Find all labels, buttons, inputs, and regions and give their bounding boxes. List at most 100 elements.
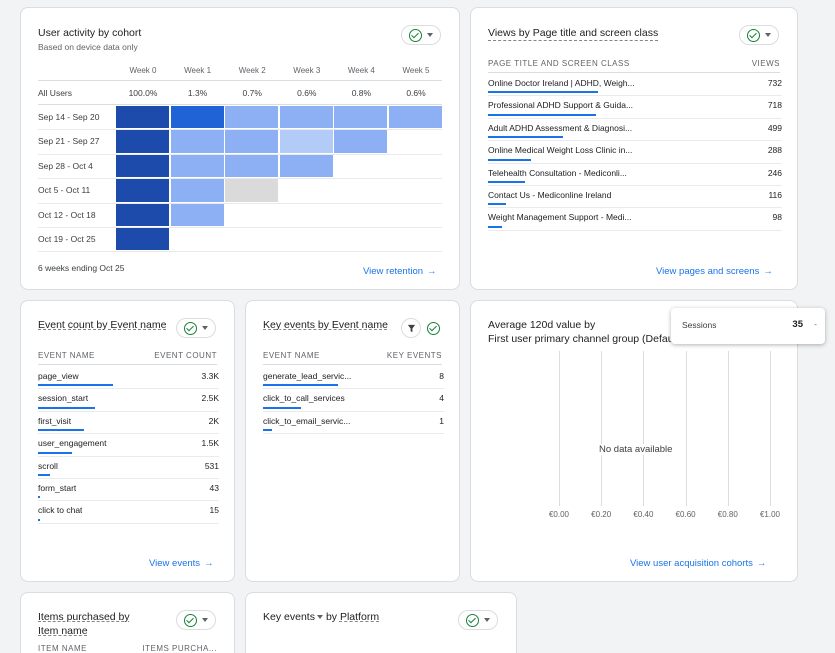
cohort-cell[interactable] xyxy=(170,203,224,226)
row-value: 8 xyxy=(439,371,444,381)
table-row[interactable]: generate_lead_servic... 8 xyxy=(263,367,444,390)
cohort-header-divider xyxy=(38,80,442,81)
table-row[interactable]: click_to_call_services 4 xyxy=(263,389,444,412)
tooltip-label: Sessions xyxy=(682,320,717,330)
cohort-cell[interactable] xyxy=(170,154,224,178)
platform-title-metric[interactable]: Key events xyxy=(263,611,315,623)
cohort-cell[interactable] xyxy=(170,179,224,202)
cohort-cell[interactable] xyxy=(225,179,279,202)
table-row[interactable]: page_view 3.3K xyxy=(38,367,220,390)
table-row[interactable]: Online Doctor Ireland | ADHD, Weigh... 7… xyxy=(488,74,782,97)
arrow-right-icon: → xyxy=(204,558,214,569)
items-title-line2[interactable]: Item name xyxy=(38,624,88,638)
cohort-cell[interactable] xyxy=(279,130,333,153)
row-bar xyxy=(488,203,506,206)
cohort-cell[interactable] xyxy=(334,106,388,129)
view-events-link[interactable]: View events → xyxy=(149,558,214,569)
table-row[interactable]: click_to_email_servic... 1 xyxy=(263,412,444,435)
key-events-col-name: EVENT NAME xyxy=(263,351,320,360)
table-row[interactable]: Contact Us - Mediconline Ireland 116 xyxy=(488,186,782,209)
row-bar xyxy=(263,429,272,432)
events-status-button[interactable] xyxy=(176,318,216,338)
view-retention-link[interactable]: View retention → xyxy=(363,266,437,277)
cohort-cell[interactable] xyxy=(389,106,443,129)
cohort-cell[interactable] xyxy=(279,154,333,178)
row-label: Online Medical Weight Loss Clinic in... xyxy=(488,145,633,156)
table-row[interactable]: Online Medical Weight Loss Clinic in... … xyxy=(488,141,782,164)
table-row[interactable]: click to chat 15 xyxy=(38,501,219,524)
view-pages-link[interactable]: View pages and screens → xyxy=(656,266,773,277)
platform-status-button[interactable] xyxy=(458,610,498,630)
key-events-title[interactable]: Key events by Event name xyxy=(263,318,388,332)
cohort-cell[interactable] xyxy=(170,106,224,129)
cohort-cell[interactable] xyxy=(225,154,279,178)
table-row[interactable]: Telehealth Consultation - Mediconli... 2… xyxy=(488,164,782,186)
row-label: form_start xyxy=(38,483,77,493)
row-value: 718 xyxy=(767,100,782,111)
views-status-button[interactable] xyxy=(739,25,779,45)
table-row[interactable]: Weight Management Support - Medi... 98 xyxy=(488,208,782,231)
events-divider xyxy=(38,364,217,365)
view-acquisition-label: View user acquisition cohorts xyxy=(630,558,753,569)
avg-value-title-line1[interactable]: Average 120d value by xyxy=(488,318,595,332)
x-tick-label: €0.00 xyxy=(548,510,570,519)
cohort-cell[interactable] xyxy=(116,179,170,202)
key-events-col-count: KEY EVENTS xyxy=(386,351,442,360)
items-status-button[interactable] xyxy=(176,610,216,630)
row-label: Contact Us - Mediconline Ireland xyxy=(488,190,612,200)
cohort-cell[interactable] xyxy=(279,106,333,129)
cohort-cell[interactable] xyxy=(225,130,279,153)
cohort-status-button[interactable] xyxy=(401,25,441,45)
cohort-cell[interactable] xyxy=(116,203,170,226)
platform-card: Key events by Platform xyxy=(245,592,517,653)
cohort-all-users-value: 0.7% xyxy=(242,88,262,98)
row-label: Professional ADHD Support & Guida... xyxy=(488,100,634,111)
cohort-row-label: Sep 14 - Sep 20 xyxy=(38,112,100,122)
table-row[interactable]: user_engagement 1.5K xyxy=(38,434,219,457)
events-col-name: EVENT NAME xyxy=(38,351,95,360)
table-row[interactable]: scroll 531 xyxy=(38,457,219,479)
chevron-down-icon[interactable] xyxy=(316,615,323,619)
arrow-right-icon: → xyxy=(427,266,437,277)
x-tick-label: €0.20 xyxy=(591,510,612,519)
table-row[interactable]: form_start 43 xyxy=(38,479,219,502)
table-row[interactable]: session_start 2.5K xyxy=(38,389,219,412)
views-title[interactable]: Views by Page title and screen class xyxy=(488,26,659,41)
event-count-title[interactable]: Event count by Event name xyxy=(38,318,166,332)
row-label: click_to_email_servic... xyxy=(263,415,351,426)
table-row[interactable]: first_visit 2K xyxy=(38,412,219,435)
row-label: scroll xyxy=(38,460,58,471)
cohort-all-divider xyxy=(38,104,442,105)
row-value: 732 xyxy=(767,78,782,88)
items-card: Items purchased by Item name ITEM NAME I… xyxy=(20,592,235,653)
row-bar xyxy=(38,429,84,432)
cohort-cell[interactable] xyxy=(116,228,170,251)
x-tick-label: €0.60 xyxy=(675,510,696,519)
cohort-row-divider xyxy=(38,227,442,228)
cohort-cell[interactable] xyxy=(334,130,388,153)
views-col-page-title: PAGE TITLE AND SCREEN CLASS xyxy=(488,59,630,68)
avg-value-title-line2[interactable]: First user primary channel group (Defaul… xyxy=(488,332,679,346)
row-bar xyxy=(488,136,563,139)
view-acquisition-link[interactable]: View user acquisition cohorts → xyxy=(630,558,766,569)
table-row[interactable]: Professional ADHD Support & Guida... 718 xyxy=(488,96,782,119)
row-value: 3.3K xyxy=(201,371,220,381)
view-events-label: View events xyxy=(149,558,201,569)
platform-title-dimension[interactable]: Platform xyxy=(340,611,379,623)
events-col-count: EVENT COUNT xyxy=(154,351,217,360)
cohort-cell[interactable] xyxy=(170,130,224,153)
platform-title[interactable]: Key events by Platform xyxy=(263,610,379,624)
row-label: first_visit xyxy=(38,415,72,426)
cohort-cell[interactable] xyxy=(116,154,170,178)
filter-button[interactable] xyxy=(401,318,421,338)
row-label: generate_lead_servic... xyxy=(263,371,352,381)
row-bar xyxy=(38,473,50,476)
items-title-line1[interactable]: Items purchased by xyxy=(38,610,130,624)
cohort-cell[interactable] xyxy=(116,106,170,129)
gridline xyxy=(559,351,560,506)
table-row[interactable]: Adult ADHD Assessment & Diagnosi... 499 xyxy=(488,119,782,142)
cohort-cell[interactable] xyxy=(116,130,170,153)
arrow-right-icon: → xyxy=(756,558,767,569)
cohort-cell[interactable] xyxy=(225,106,279,129)
key-events-status-button[interactable] xyxy=(423,318,443,338)
